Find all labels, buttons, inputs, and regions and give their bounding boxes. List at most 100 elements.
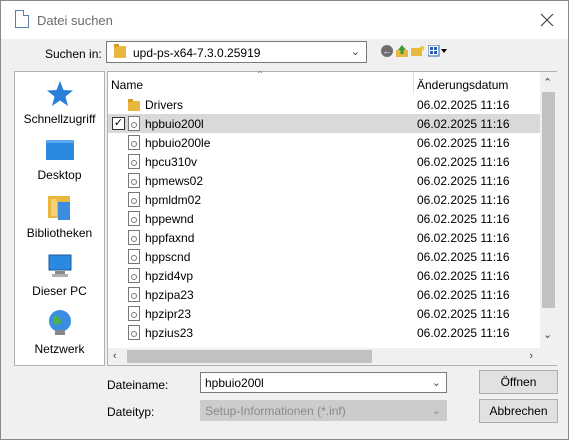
file-date: 06.02.2025 11:16 <box>417 307 510 321</box>
list-item[interactable]: hpzipa23 06.02.2025 11:16 <box>108 285 540 304</box>
file-date: 06.02.2025 11:16 <box>417 117 510 131</box>
setup-file-icon <box>128 192 140 207</box>
lookin-value: upd-ps-x64-7.3.0.25919 <box>133 46 261 60</box>
horizontal-scrollbar[interactable]: ‹ › <box>108 348 540 365</box>
sort-ascending-icon: ⌃ <box>256 70 265 81</box>
file-list: ⌃ Name Änderungsdatum Drivers 06.02.2025… <box>107 70 557 366</box>
document-icon <box>15 10 29 28</box>
sidebar-item-quick-access[interactable]: Schnellzugriff <box>15 80 104 126</box>
desktop-icon <box>45 140 74 160</box>
filetype-dropdown: Setup-Informationen (*.inf) ⌄ <box>200 400 447 421</box>
list-item[interactable]: hppewnd 06.02.2025 11:16 <box>108 209 540 228</box>
file-name: hpbuio200le <box>145 136 211 150</box>
file-name: hppscnd <box>145 250 191 264</box>
filename-input[interactable]: hpbuio200l ⌄ <box>200 372 447 393</box>
cancel-button[interactable]: Abbrechen <box>479 399 558 423</box>
list-item-selected[interactable]: ✓ hpbuio200l 06.02.2025 11:16 <box>108 114 540 133</box>
file-date: 06.02.2025 11:16 <box>417 155 510 169</box>
sidebar-item-label: Netzwerk <box>34 342 85 356</box>
list-item[interactable]: hppscnd 06.02.2025 11:16 <box>108 247 540 266</box>
file-name: hpzipa23 <box>145 288 194 302</box>
file-date: 06.02.2025 11:16 <box>417 326 510 340</box>
list-item[interactable]: hpbuio200le 06.02.2025 11:16 <box>108 133 540 152</box>
places-sidebar: Schnellzugriff Desktop Bibliotheken Dies… <box>14 71 105 366</box>
list-header: ⌃ Name Änderungsdatum <box>108 70 540 94</box>
list-item[interactable]: hpcu310v 06.02.2025 11:16 <box>108 152 540 171</box>
horizontal-scroll-thumb[interactable] <box>127 350 372 363</box>
column-divider[interactable] <box>413 72 414 94</box>
file-name: hppfaxnd <box>145 231 195 245</box>
file-name: hpzius23 <box>145 326 194 340</box>
file-date: 06.02.2025 11:16 <box>417 98 510 112</box>
file-name: hppewnd <box>145 212 194 226</box>
setup-file-icon <box>128 211 140 226</box>
setup-file-icon <box>128 249 140 264</box>
list-item[interactable]: hpmews02 06.02.2025 11:16 <box>108 171 540 190</box>
file-name: hpcu310v <box>145 155 198 169</box>
scroll-up-icon[interactable]: ⌃ <box>543 76 552 89</box>
file-name: hpmews02 <box>145 174 204 188</box>
close-button[interactable] <box>534 7 560 33</box>
file-date: 06.02.2025 11:16 <box>417 193 510 207</box>
chevron-down-icon: ⌄ <box>350 46 360 58</box>
vertical-scrollbar[interactable]: ⌃ ⌄ <box>540 72 557 348</box>
scroll-right-icon[interactable]: › <box>529 350 533 362</box>
folder-icon <box>114 44 126 58</box>
filetype-label: Dateityp: <box>107 405 155 419</box>
sidebar-item-label: Bibliotheken <box>26 226 93 240</box>
sidebar-item-label: Schnellzugriff <box>23 112 96 126</box>
close-icon <box>540 13 554 27</box>
file-open-dialog: Datei suchen Suchen in: upd-ps-x64-7.3.0… <box>0 0 569 440</box>
file-name: hpbuio200l <box>145 117 204 131</box>
column-header-date[interactable]: Änderungsdatum <box>417 78 508 92</box>
filename-label: Dateiname: <box>107 378 169 392</box>
scroll-corner <box>540 348 557 365</box>
column-header-name[interactable]: Name <box>111 78 143 92</box>
file-name: Drivers <box>145 98 183 112</box>
sidebar-item-label: Desktop <box>37 168 82 182</box>
file-date: 06.02.2025 11:16 <box>417 212 510 226</box>
back-icon[interactable]: ← <box>381 45 393 57</box>
file-date: 06.02.2025 11:16 <box>417 269 510 283</box>
setup-file-icon <box>128 173 140 188</box>
chevron-down-icon[interactable]: ⌄ <box>432 376 441 389</box>
list-item[interactable]: hpzid4vp 06.02.2025 11:16 <box>108 266 540 285</box>
window-title: Datei suchen <box>37 13 113 28</box>
file-date: 06.02.2025 11:16 <box>417 174 510 188</box>
sidebar-item-label: Dieser PC <box>32 284 87 298</box>
list-item[interactable]: hppfaxnd 06.02.2025 11:16 <box>108 228 540 247</box>
selection-checkbox[interactable]: ✓ <box>112 117 125 130</box>
setup-file-icon <box>128 268 140 283</box>
sidebar-item-network[interactable]: Netzwerk <box>15 308 104 356</box>
sidebar-item-desktop[interactable]: Desktop <box>15 138 104 182</box>
list-item[interactable]: hpzius23 06.02.2025 11:16 <box>108 323 540 342</box>
lookin-label: Suchen in: <box>45 47 102 61</box>
up-folder-icon[interactable] <box>396 45 408 57</box>
list-item[interactable]: hpzipr23 06.02.2025 11:16 <box>108 304 540 323</box>
new-folder-icon[interactable] <box>411 45 425 57</box>
list-item[interactable]: hpmldm02 06.02.2025 11:16 <box>108 190 540 209</box>
file-date: 06.02.2025 11:16 <box>417 250 510 264</box>
scroll-left-icon[interactable]: ‹ <box>113 350 117 362</box>
chevron-down-icon: ⌄ <box>431 405 441 417</box>
list-item[interactable]: Drivers 06.02.2025 11:16 <box>108 95 540 114</box>
sidebar-item-libraries[interactable]: Bibliotheken <box>15 194 104 240</box>
network-icon <box>48 310 71 335</box>
lookin-dropdown[interactable]: upd-ps-x64-7.3.0.25919 ⌄ <box>106 41 367 63</box>
setup-file-icon <box>128 116 140 131</box>
folder-icon <box>128 99 140 111</box>
scroll-down-icon[interactable]: ⌄ <box>543 328 552 341</box>
file-name: hpzipr23 <box>145 307 192 321</box>
filetype-value: Setup-Informationen (*.inf) <box>205 404 346 418</box>
sidebar-item-this-pc[interactable]: Dieser PC <box>15 252 104 298</box>
view-menu-icon[interactable] <box>428 45 448 57</box>
star-icon <box>46 81 73 106</box>
file-name: hpmldm02 <box>145 193 202 207</box>
setup-file-icon <box>128 135 140 150</box>
vertical-scroll-thumb[interactable] <box>542 92 555 308</box>
setup-file-icon <box>128 230 140 245</box>
file-date: 06.02.2025 11:16 <box>417 136 510 150</box>
file-name: hpzid4vp <box>145 269 194 283</box>
open-button[interactable]: Öffnen <box>479 370 558 394</box>
file-date: 06.02.2025 11:16 <box>417 288 510 302</box>
